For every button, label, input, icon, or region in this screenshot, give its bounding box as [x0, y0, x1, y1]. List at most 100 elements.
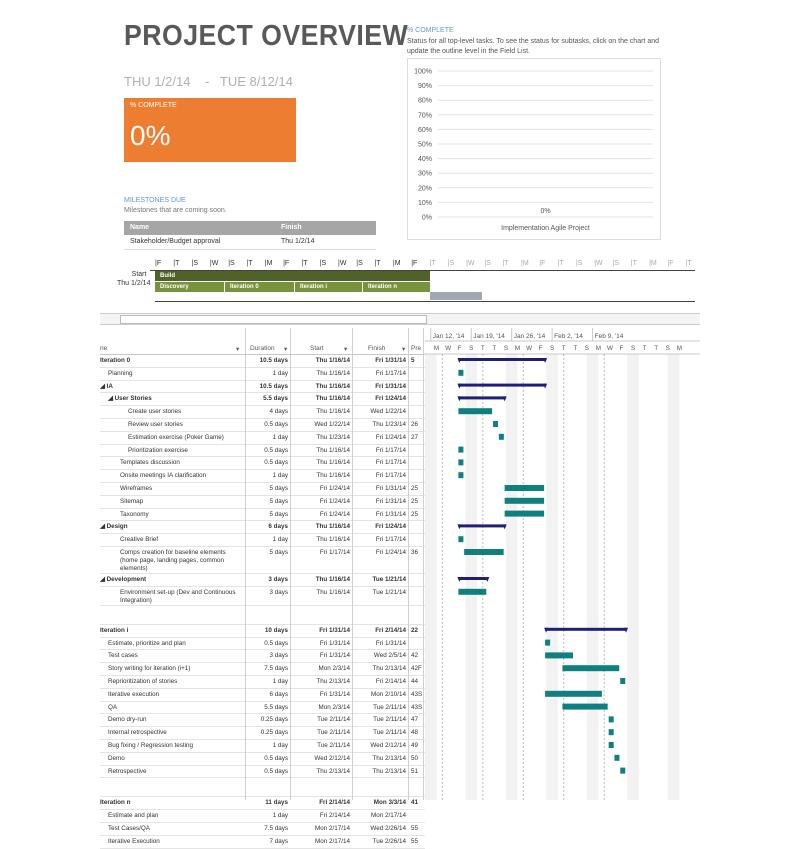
- table-row[interactable]: Create user stories 4 days Thu 1/16/14 Wed …: [100, 406, 425, 419]
- task-predecessors: 25: [411, 497, 419, 505]
- table-row[interactable]: Iterative execution 6 days Fri 1/31/14 Mon …: [100, 689, 425, 702]
- table-row[interactable]: Reprioritization of stories 1 day Thu 2/13…: [100, 676, 425, 689]
- table-row[interactable]: Story writing for iteration (i+1) 7.5 day…: [100, 663, 425, 676]
- task-duration: 0.5 days: [264, 420, 288, 428]
- col-header-name[interactable]: ne: [100, 345, 107, 352]
- table-row[interactable]: Estimation exercise (Poker Game) 1 day Thu…: [100, 432, 425, 445]
- task-start: Fri 1/24/14: [319, 484, 350, 492]
- table-row[interactable]: Review user stories 0.5 days Wed 1/22/14 Th…: [100, 419, 425, 432]
- task-name: Estimate and plan: [108, 812, 159, 820]
- table-row[interactable]: Iteration i 10 days Fri 1/31/14 Fri 2/14/14…: [100, 625, 425, 638]
- timeline-tick: |F: [411, 260, 418, 267]
- table-row[interactable]: [100, 606, 425, 625]
- timeline-bar-build[interactable]: Build: [155, 271, 430, 281]
- start-dropdown-icon[interactable]: ▾: [344, 345, 347, 353]
- timeline-bar-iteration-0[interactable]: Iteration 0: [225, 282, 294, 292]
- table-row[interactable]: Environment set-up (Dev and Continuous I…: [100, 587, 425, 606]
- timeline-bar-discovery[interactable]: Discovery: [155, 282, 224, 292]
- milestone-row[interactable]: Stakeholder/Budget approval Thu 1/2/14: [124, 235, 376, 250]
- table-row[interactable]: Demo dry-run 0.25 days Tue 2/11/14 Tue 2/11…: [100, 714, 425, 728]
- task-start: Wed 2/12/14: [314, 754, 350, 762]
- table-row[interactable]: ◢ Development 3 days Thu 1/16/14 Tue 1/21/1…: [100, 574, 425, 587]
- table-row[interactable]: Planning 1 day Thu 1/16/14 Fri 1/17/14: [100, 368, 425, 381]
- table-row[interactable]: [100, 778, 425, 798]
- table-row[interactable]: Test cases 3 days Fri 1/31/14 Wed 2/5/14 42: [100, 650, 425, 664]
- percent-complete-chart[interactable]: 100% 90% 80% 70% 60% 50% 40% 30% 20% 10% 0% 0% Imple…: [407, 58, 661, 240]
- task-bar: [562, 703, 608, 710]
- task-predecessors: 25: [411, 484, 419, 492]
- task-bar: [545, 639, 551, 646]
- task-duration: 5.5 days: [263, 395, 288, 403]
- col-header-predecessors[interactable]: Pre: [411, 345, 421, 352]
- timeline-tick: |S: [191, 260, 199, 267]
- timeline-tick: |W: [594, 260, 603, 267]
- table-row[interactable]: Bug fixing / Regression testing 1 day Tue …: [100, 740, 425, 753]
- task-bar: [458, 408, 493, 415]
- table-row[interactable]: Templates discussion 0.5 days Thu 1/16/14 F…: [100, 457, 425, 471]
- timeline-tick: |S: [484, 260, 491, 267]
- table-row[interactable]: Comps creation for baseline elements (ho…: [100, 547, 425, 574]
- table-row[interactable]: Creative Brief 1 day Thu 1/16/14 Fri 1/17/1…: [100, 534, 425, 547]
- table-row[interactable]: Estimate, prioritize and plan 0.5 days Fri…: [100, 638, 425, 651]
- task-start: Thu 1/16/14: [315, 382, 350, 390]
- task-duration: 5 days: [269, 497, 288, 505]
- horizontal-scrollbar[interactable]: [100, 313, 700, 325]
- name-dropdown-icon[interactable]: ▾: [236, 345, 239, 353]
- task-predecessors: 48: [411, 729, 419, 737]
- task-finish: Fri 1/31/14: [375, 382, 406, 390]
- table-row[interactable]: Sitemap 5 days Fri 1/24/14 Fri 1/31/14 25: [100, 496, 425, 509]
- task-duration: 5 days: [269, 548, 288, 556]
- timeline-bar-iteration-i[interactable]: Iteration i: [295, 282, 362, 292]
- task-name: Bug fixing / Regression testing: [108, 741, 194, 749]
- table-row[interactable]: Iterative Execution 7 days Mon 2/17/14 Tue …: [100, 836, 425, 849]
- task-duration: 0.25 days: [260, 716, 288, 724]
- task-name: Iterative execution: [108, 690, 160, 698]
- table-row[interactable]: Retrospective 0.5 days Thu 2/13/14 Thu 2/13…: [100, 766, 425, 779]
- timeline-tick: |T: [246, 260, 253, 267]
- table-row[interactable]: Taxonomy 5 days Fri 1/24/14 Fri 1/31/14 25: [100, 509, 425, 522]
- task-start: Fri 1/24/14: [319, 510, 350, 518]
- weekend-shade: [552, 354, 558, 800]
- duration-dropdown-icon[interactable]: ▾: [284, 345, 287, 353]
- timeline-scale: |F |T |S |W |S |T |M |F |T |S |W |S |T |M |F |T |S |W |S |T…: [155, 260, 695, 270]
- week-header-label: Feb 9, '14: [595, 333, 624, 340]
- table-row[interactable]: Onsite meetings IA clarification 1 day Thu…: [100, 470, 425, 483]
- table-row[interactable]: ◢ Design 6 days Thu 1/16/14 Fri 1/24/14: [100, 521, 425, 535]
- task-duration: 5 days: [269, 510, 288, 518]
- table-row[interactable]: QA 5.5 days Mon 2/3/14 Tue 2/11/14 43S: [100, 702, 425, 715]
- weekend-shade: [425, 354, 431, 800]
- table-row[interactable]: Demo 0.5 days Wed 2/12/14 Thu 2/13/14 50: [100, 753, 425, 766]
- timeline-tick: |T: [301, 260, 308, 267]
- table-row[interactable]: Iteration n 11 days Fri 2/14/14 Mon 3/3/14 4…: [100, 797, 425, 811]
- table-row[interactable]: Internal retrospective 0.25 days Tue 2/11/…: [100, 727, 425, 740]
- task-finish: Fri 1/24/14: [375, 523, 406, 531]
- task-finish: Mon 3/3/14: [373, 799, 406, 807]
- date-separator: -: [204, 74, 210, 89]
- finish-dropdown-icon[interactable]: ▾: [402, 345, 405, 353]
- task-bar: [458, 446, 464, 453]
- table-row[interactable]: ◢ IA 10.5 days Thu 1/16/14 Fri 1/31/14: [100, 381, 425, 394]
- timeline-start-date: Thu 1/2/14: [117, 280, 151, 287]
- col-header-duration[interactable]: Duration: [250, 345, 275, 352]
- date-range: THU 1/2/14 - TUE 8/12/14: [124, 74, 293, 89]
- table-row[interactable]: Wireframes 5 days Fri 1/24/14 Fri 1/31/14 25: [100, 483, 425, 496]
- col-header-finish[interactable]: Finish: [368, 345, 385, 352]
- table-row[interactable]: Prioritization exercise 0.5 days Thu 1/16/…: [100, 445, 425, 458]
- scrollbar-thumb[interactable]: [120, 315, 427, 324]
- task-start: Thu 1/16/14: [316, 472, 350, 480]
- task-name: Estimation exercise (Poker Game): [128, 433, 224, 441]
- task-start: Thu 1/16/14: [316, 408, 350, 416]
- task-name: Templates discussion: [120, 459, 180, 467]
- week-header-label: Feb 2, '14: [554, 333, 583, 340]
- task-bar: [504, 510, 545, 517]
- task-finish: Fri 1/17/14: [375, 536, 406, 544]
- table-row[interactable]: ◢ User Stories 5.5 days Thu 1/16/14 Fri 1/2…: [100, 393, 425, 407]
- table-row[interactable]: Test Cases/QA 7.5 days Mon 2/17/14 Wed 2/26…: [100, 823, 425, 836]
- day-header-letter: T: [573, 345, 577, 352]
- timeline-bar-iteration-n[interactable]: Iteration n: [363, 282, 430, 292]
- task-start: Thu 1/16/14: [315, 575, 350, 583]
- table-row[interactable]: Estimate and plan 1 day Fri 2/14/14 Mon 2/1…: [100, 810, 425, 823]
- table-row[interactable]: Iteration 0 10.5 days Thu 1/16/14 Fri 1/31/…: [100, 355, 425, 368]
- weekend-shade: [505, 354, 512, 800]
- col-header-start[interactable]: Start: [310, 345, 324, 352]
